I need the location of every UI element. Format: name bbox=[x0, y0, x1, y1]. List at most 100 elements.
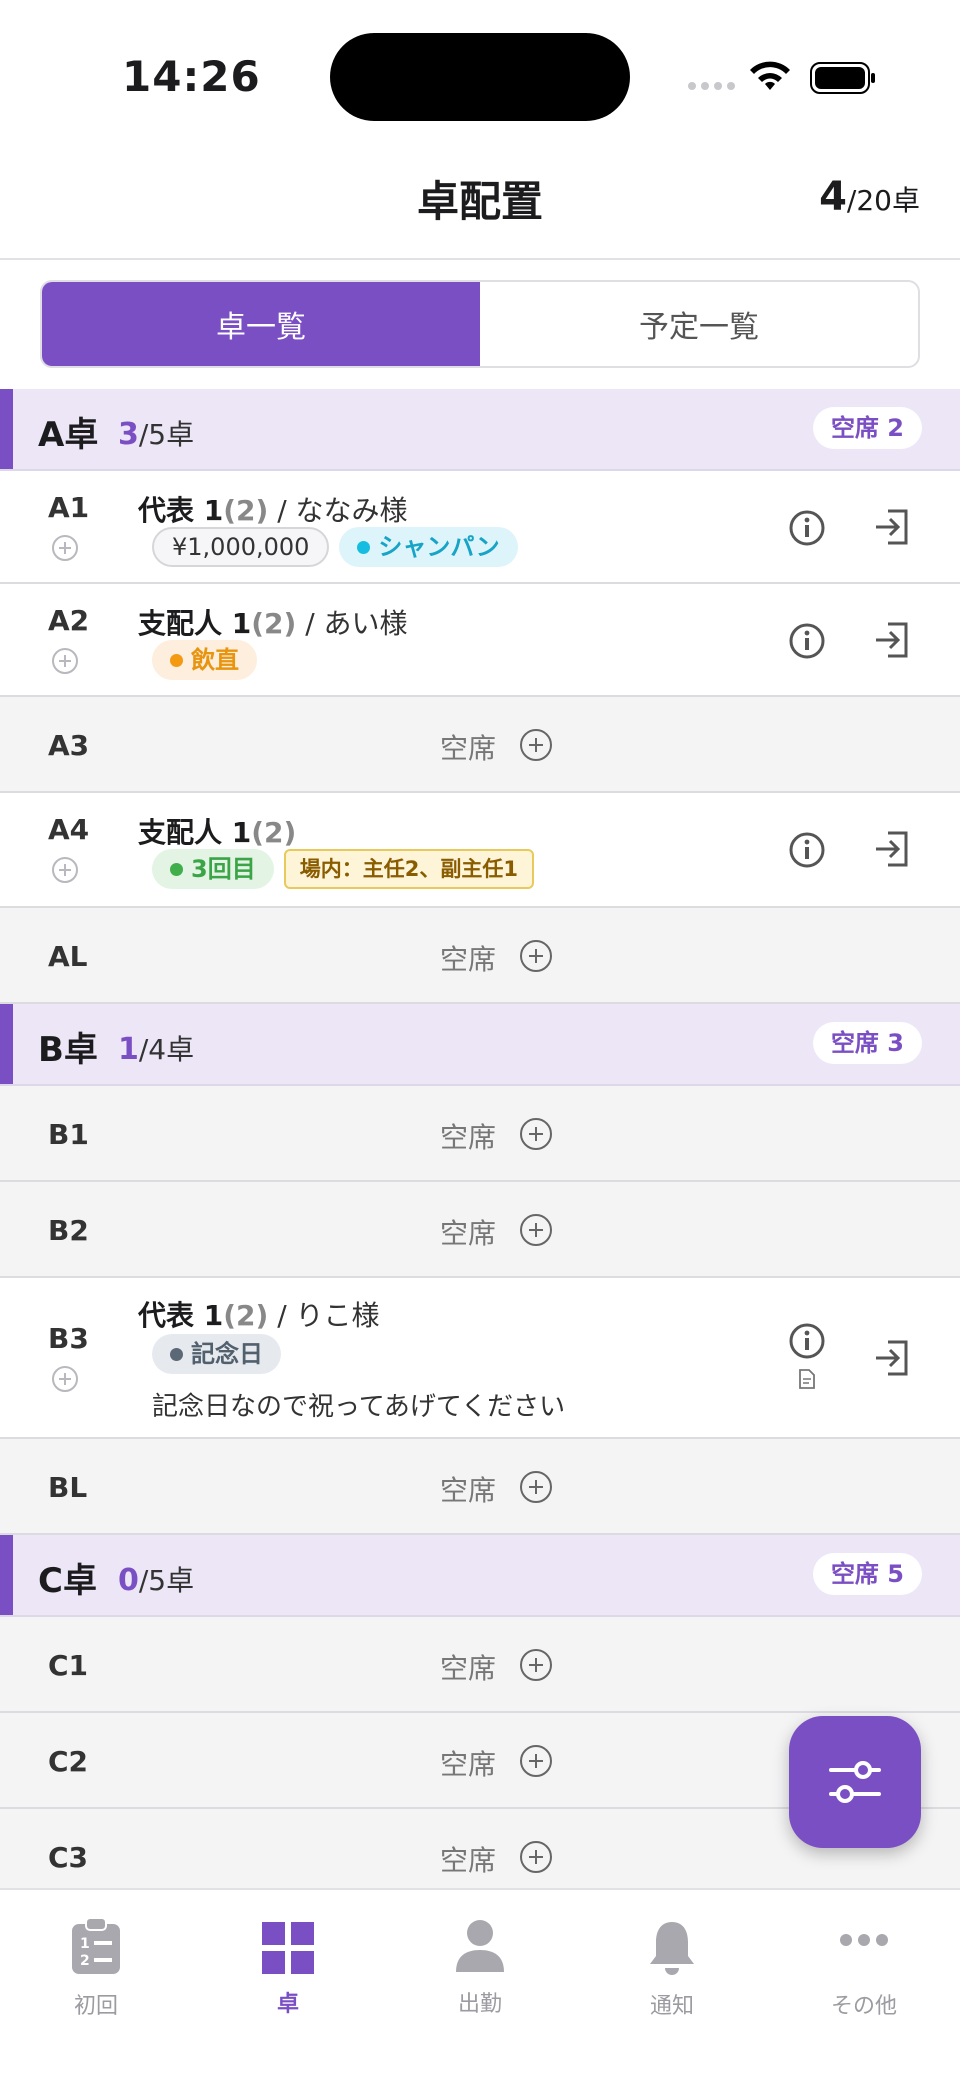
group-count: 1/4卓 bbox=[118, 1032, 195, 1067]
seat-id: C3 bbox=[48, 1841, 89, 1874]
empty-label: 空席 bbox=[440, 1748, 497, 1781]
segment-schedule-list[interactable]: 予定一覧 bbox=[480, 282, 918, 366]
add-seat-icon[interactable] bbox=[520, 1214, 552, 1246]
empty-label: 空席 bbox=[440, 1121, 497, 1154]
cast-line: 代表 1(2) / ななみ様 bbox=[138, 494, 408, 527]
battery-icon bbox=[810, 62, 875, 94]
vacant-badge: 空席 5 bbox=[812, 1553, 922, 1595]
add-seat-icon[interactable] bbox=[520, 1471, 552, 1503]
seat-row-a4[interactable]: A4 支配人 1(2) 3回目 場内：主任2、副主任1 bbox=[0, 793, 960, 908]
add-seat-icon[interactable] bbox=[520, 1649, 552, 1681]
empty-label: 空席 bbox=[440, 943, 497, 976]
cast-line: 支配人 1(2) bbox=[138, 816, 297, 849]
group-count: 3/5卓 bbox=[118, 417, 195, 452]
exit-seat-icon[interactable] bbox=[872, 1338, 912, 1378]
seat-row-b3[interactable]: B3 代表 1(2) / りこ様 記念日 記念日なので祝ってあげてください bbox=[0, 1278, 960, 1439]
tab-bar: 1 2 初回 卓 出勤 通知 その他 bbox=[0, 1888, 960, 2089]
info-icon[interactable] bbox=[788, 622, 826, 660]
dynamic-island bbox=[330, 33, 630, 121]
svg-text:1: 1 bbox=[80, 1936, 90, 1952]
sliders-icon bbox=[829, 1761, 881, 1803]
tab-tables[interactable]: 卓 bbox=[228, 1918, 348, 2018]
cast-line: 代表 1(2) / りこ様 bbox=[138, 1299, 380, 1332]
exit-seat-icon[interactable] bbox=[872, 507, 912, 547]
info-icon[interactable] bbox=[788, 1322, 826, 1360]
seat-id: B1 bbox=[48, 1118, 89, 1151]
seat-id: A1 bbox=[48, 491, 90, 524]
seat-row-bl[interactable]: BL 空席 bbox=[0, 1439, 960, 1535]
tag-list: ¥1,000,000 シャンパン bbox=[152, 527, 518, 567]
page-title: 卓配置 bbox=[416, 177, 543, 226]
vacant-badge: 空席 2 bbox=[812, 407, 922, 449]
cast-line: 支配人 1(2) / あい様 bbox=[138, 607, 408, 640]
seat-row-b1[interactable]: B1 空席 bbox=[0, 1086, 960, 1182]
tab-attendance[interactable]: 出勤 bbox=[420, 1918, 540, 2018]
tag-list: 記念日 bbox=[152, 1334, 281, 1374]
exit-seat-icon[interactable] bbox=[872, 620, 912, 660]
status-time: 14:26 bbox=[122, 52, 261, 101]
add-seat-icon[interactable] bbox=[520, 1745, 552, 1777]
tag-list: 飲直 bbox=[152, 640, 257, 680]
info-icon[interactable] bbox=[788, 509, 826, 547]
seat-id: A2 bbox=[48, 604, 90, 637]
seat-id: AL bbox=[48, 940, 88, 973]
empty-label: 空席 bbox=[440, 1474, 497, 1507]
seat-row-a2[interactable]: A2 支配人 1(2) / あい様 飲直 bbox=[0, 584, 960, 697]
table-usage-count: 4/20卓 bbox=[819, 174, 920, 220]
seat-id: C2 bbox=[48, 1745, 89, 1778]
empty-label: 空席 bbox=[440, 1217, 497, 1250]
group-count: 0/5卓 bbox=[118, 1563, 195, 1598]
group-header-b[interactable]: B卓 1/4卓 空席 3 bbox=[0, 1004, 960, 1086]
seat-id: B2 bbox=[48, 1214, 89, 1247]
add-seat-icon[interactable] bbox=[520, 1841, 552, 1873]
add-seat-icon[interactable] bbox=[52, 535, 78, 561]
in-store-nomination-tag: 場内：主任2、副主任1 bbox=[283, 849, 534, 889]
empty-label: 空席 bbox=[440, 1652, 497, 1685]
more-dots-icon bbox=[840, 1934, 888, 1946]
tag-list: 3回目 場内：主任2、副主任1 bbox=[152, 849, 534, 889]
bell-icon bbox=[650, 1922, 694, 1975]
memo-text: 記念日なので祝ってあげてください bbox=[152, 1392, 566, 1422]
nav-header: 卓配置 4/20卓 bbox=[0, 140, 960, 260]
seat-id: A4 bbox=[48, 813, 90, 846]
tab-notifications[interactable]: 通知 bbox=[612, 1918, 732, 2020]
group-header-a[interactable]: A卓 3/5卓 空席 2 bbox=[0, 389, 960, 471]
seat-row-a1[interactable]: A1 代表 1(2) / ななみ様 ¥1,000,000 シャンパン bbox=[0, 471, 960, 584]
exit-seat-icon[interactable] bbox=[872, 829, 912, 869]
seat-row-c1[interactable]: C1 空席 bbox=[0, 1617, 960, 1713]
empty-label: 空席 bbox=[440, 732, 497, 765]
add-seat-icon[interactable] bbox=[52, 1366, 78, 1392]
tab-more[interactable]: その他 bbox=[804, 1918, 924, 2020]
group-name: B卓 bbox=[38, 1030, 98, 1070]
direct-drink-tag: 飲直 bbox=[152, 640, 257, 680]
table-list: A卓 3/5卓 空席 2 A1 代表 1(2) / ななみ様 ¥1,000,00… bbox=[0, 389, 960, 1905]
info-icon[interactable] bbox=[788, 831, 826, 869]
status-bar: 14:26 bbox=[0, 0, 960, 140]
tab-first-visit[interactable]: 1 2 初回 bbox=[36, 1917, 156, 2020]
seat-row-a3[interactable]: A3 空席 bbox=[0, 697, 960, 793]
add-seat-icon[interactable] bbox=[520, 1118, 552, 1150]
segment-table-list[interactable]: 卓一覧 bbox=[42, 282, 480, 366]
view-segmented-control: 卓一覧 予定一覧 bbox=[40, 280, 920, 368]
add-seat-icon[interactable] bbox=[520, 940, 552, 972]
wifi-icon bbox=[750, 61, 790, 90]
usage-total: /20卓 bbox=[846, 184, 920, 217]
add-seat-icon[interactable] bbox=[520, 729, 552, 761]
seat-row-al[interactable]: AL 空席 bbox=[0, 908, 960, 1004]
seat-id: B3 bbox=[48, 1322, 89, 1355]
clipboard-list-icon: 1 2 bbox=[72, 1917, 120, 1974]
group-name: C卓 bbox=[38, 1561, 97, 1601]
filter-button[interactable] bbox=[789, 1716, 921, 1848]
group-header-c[interactable]: C卓 0/5卓 空席 5 bbox=[0, 1535, 960, 1617]
seat-row-b2[interactable]: B2 空席 bbox=[0, 1182, 960, 1278]
anniversary-tag: 記念日 bbox=[152, 1334, 281, 1374]
memo-note-icon bbox=[799, 1369, 815, 1389]
group-name: A卓 bbox=[38, 415, 99, 455]
seat-id: A3 bbox=[48, 729, 90, 762]
seat-id: BL bbox=[48, 1471, 88, 1504]
vacant-badge: 空席 3 bbox=[812, 1022, 922, 1064]
champagne-tag: シャンパン bbox=[339, 527, 518, 567]
add-seat-icon[interactable] bbox=[52, 857, 78, 883]
svg-text:2: 2 bbox=[80, 1953, 90, 1969]
add-seat-icon[interactable] bbox=[52, 648, 78, 674]
